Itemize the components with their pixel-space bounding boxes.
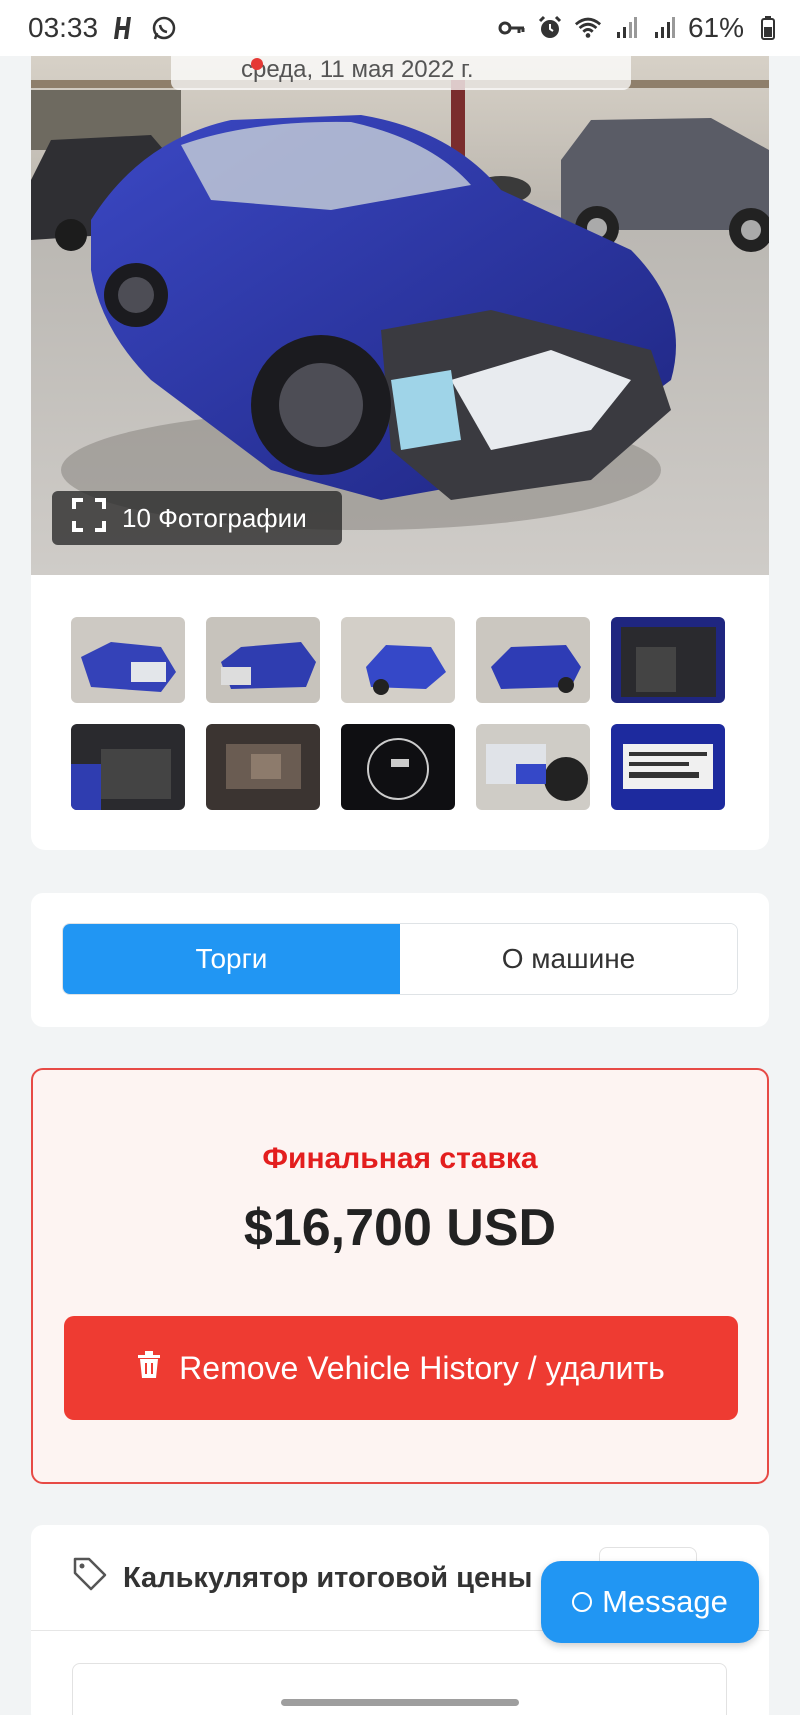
home-indicator[interactable] xyxy=(281,1699,519,1706)
battery-icon xyxy=(754,14,782,42)
status-bar: 03:33 61% xyxy=(0,0,800,56)
key-icon xyxy=(498,14,526,42)
thumb-10[interactable] xyxy=(611,724,725,810)
tab-about-car[interactable]: О машине xyxy=(400,924,737,994)
final-bid-card: Финальная ставка $16,700 USD Remove Vehi… xyxy=(31,1068,769,1484)
trash-icon xyxy=(137,1350,161,1387)
auction-date: среда, 11 мая 2022 г. xyxy=(171,50,631,90)
message-status-icon xyxy=(572,1592,593,1612)
thumbnail-grid xyxy=(71,617,731,810)
photo-count-label: 10 Фотографии xyxy=(122,502,307,533)
auction-date-text: среда, 11 мая 2022 г. xyxy=(241,56,474,83)
whatsapp-icon xyxy=(150,14,178,42)
final-bid-label: Финальная ставка xyxy=(262,1142,538,1175)
h-icon xyxy=(110,14,138,42)
tabs-card: Торги О машине xyxy=(31,893,769,1027)
thumb-2[interactable] xyxy=(206,617,320,703)
thumb-3[interactable] xyxy=(341,617,455,703)
remove-vehicle-history-button[interactable]: Remove Vehicle History / удалить xyxy=(64,1316,738,1420)
thumb-1[interactable] xyxy=(71,617,185,703)
thumb-5[interactable] xyxy=(611,617,725,703)
calculator-title: Калькулятор итоговой цены xyxy=(123,1561,533,1594)
fullscreen-icon xyxy=(72,497,106,539)
calculator-table xyxy=(72,1663,727,1715)
tab-auction[interactable]: Торги xyxy=(63,924,400,994)
thumb-4[interactable] xyxy=(476,617,590,703)
message-button[interactable]: Message xyxy=(541,1561,759,1643)
battery-percent: 61% xyxy=(687,12,744,43)
remove-button-label: Remove Vehicle History / удалить xyxy=(179,1349,665,1386)
main-car-photo[interactable]: среда, 11 мая 2022 г. 10 Фотографии xyxy=(31,50,769,575)
thumb-8[interactable] xyxy=(341,724,455,810)
thumb-9[interactable] xyxy=(476,724,590,810)
alarm-icon xyxy=(536,14,564,42)
thumb-7[interactable] xyxy=(206,724,320,810)
final-bid-amount: $16,700 USD xyxy=(243,1199,557,1257)
live-dot xyxy=(251,58,263,70)
signal-icon xyxy=(650,14,678,42)
photo-gallery-card: среда, 11 мая 2022 г. 10 Фотографии xyxy=(31,50,769,850)
wifi-icon xyxy=(574,14,602,42)
status-time: 03:33 xyxy=(28,12,99,43)
signal-icon xyxy=(612,14,640,42)
calculator-header: Калькулятор итоговой цены xyxy=(71,1555,532,1601)
tab-bar: Торги О машине xyxy=(62,923,738,995)
thumb-6[interactable] xyxy=(71,724,185,810)
photo-count-button[interactable]: 10 Фотографии xyxy=(52,491,342,545)
message-button-label: Message xyxy=(602,1584,728,1619)
tag-icon xyxy=(71,1555,109,1601)
